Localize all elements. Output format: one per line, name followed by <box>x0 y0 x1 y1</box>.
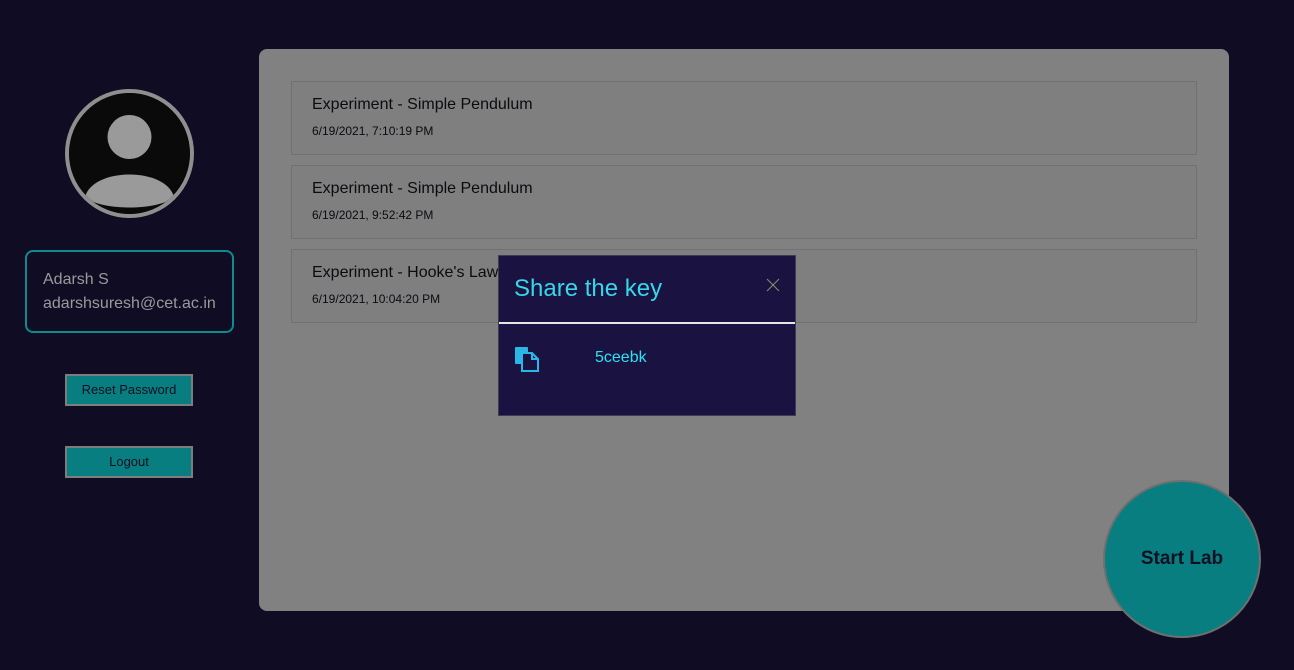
copy-icon[interactable] <box>514 346 540 372</box>
user-avatar-icon <box>69 93 190 214</box>
reset-password-button[interactable]: Reset Password <box>65 374 193 406</box>
experiment-title: Experiment - Simple Pendulum <box>312 96 533 113</box>
logout-button[interactable]: Logout <box>65 446 193 478</box>
share-key-modal: Share the key 5ceebk <box>498 255 796 416</box>
user-email: adarshsuresh@cet.ac.in <box>43 295 216 312</box>
experiment-item[interactable]: Experiment - Simple Pendulum 6/19/2021, … <box>291 165 1197 239</box>
experiment-title: Experiment - Simple Pendulum <box>312 180 533 197</box>
experiment-title: Experiment - Hooke's Law <box>312 264 499 281</box>
modal-title: Share the key <box>514 275 663 302</box>
experiment-timestamp: 6/19/2021, 7:10:19 PM <box>312 124 434 138</box>
page: Adarsh S adarshsuresh@cet.ac.in Reset Pa… <box>0 0 1294 670</box>
user-name: Adarsh S <box>43 271 109 288</box>
avatar <box>65 89 194 218</box>
share-key-value: 5ceebk <box>595 349 647 366</box>
experiment-timestamp: 6/19/2021, 9:52:42 PM <box>312 208 434 222</box>
experiment-timestamp: 6/19/2021, 10:04:20 PM <box>312 292 441 306</box>
close-icon[interactable] <box>764 276 782 294</box>
user-info-card: Adarsh S adarshsuresh@cet.ac.in <box>25 250 234 333</box>
experiment-item[interactable]: Experiment - Simple Pendulum 6/19/2021, … <box>291 81 1197 155</box>
start-lab-button[interactable]: Start Lab <box>1103 480 1261 638</box>
modal-header: Share the key <box>499 256 795 324</box>
